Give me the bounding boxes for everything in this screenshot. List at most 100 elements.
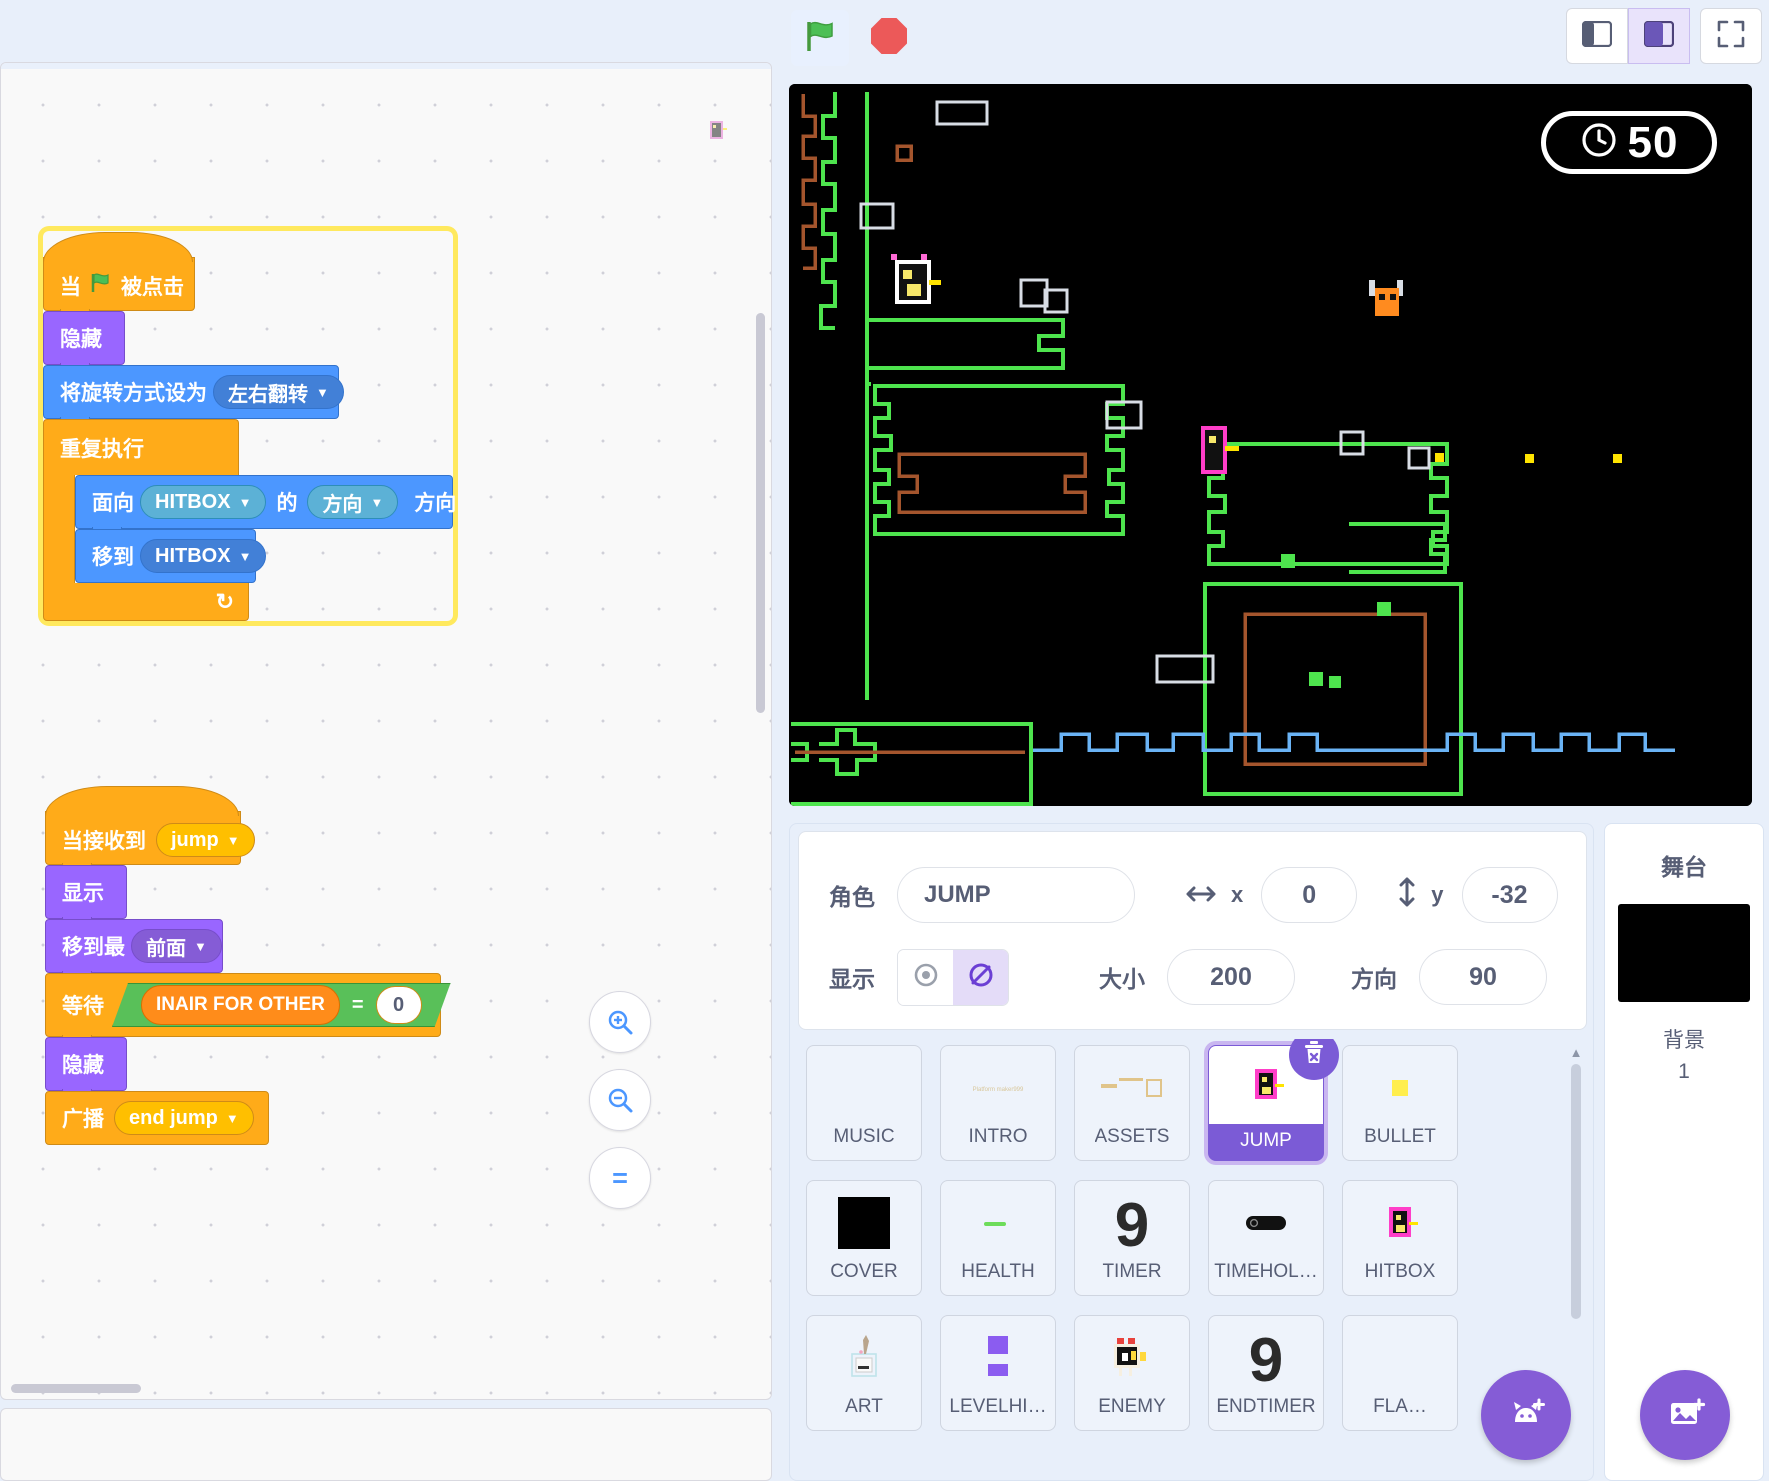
- sprite-item-timehol[interactable]: TIMEHOL…: [1208, 1180, 1324, 1296]
- forever-label: 重复执行: [60, 437, 144, 461]
- equals-operator-block[interactable]: INAIR FOR OTHER = 0: [112, 983, 451, 1027]
- block-hide-2[interactable]: 隐藏: [45, 1037, 127, 1098]
- stop-button[interactable]: [860, 10, 918, 66]
- block-broadcast[interactable]: 广播 end jump ▼: [45, 1091, 269, 1145]
- y-position-input[interactable]: -32: [1461, 867, 1558, 923]
- sprite-item-jump[interactable]: JUMP: [1208, 1039, 1339, 1161]
- sprite-info-row-name: 角色 JUMP x 0 y -32: [799, 862, 1586, 928]
- forever-body: 面向 HITBOX ▼ 的 方向 ▼ 方向 移到 HITBOX ▼: [43, 475, 456, 583]
- zoom-reset-label[interactable]: =: [589, 1147, 651, 1209]
- visibility-toggle-group: [897, 948, 1009, 1006]
- sprite-item-assets[interactable]: ASSETS: [1074, 1045, 1190, 1161]
- sprite-item-enemy[interactable]: ENEMY: [1074, 1315, 1190, 1431]
- sprite-name-input[interactable]: JUMP: [897, 867, 1135, 923]
- broadcast-message-dropdown[interactable]: end jump ▼: [114, 1101, 254, 1135]
- sprite-list-scrollbar[interactable]: ▲: [1569, 1045, 1583, 1345]
- x-label: x: [1231, 882, 1244, 907]
- timer-badge: 50: [1541, 111, 1717, 174]
- show-label: 显示: [829, 966, 875, 992]
- block-point-in-direction[interactable]: 面向 HITBOX ▼ 的 方向 ▼ 方向: [75, 475, 456, 536]
- fullscreen-icon: [1716, 19, 1746, 54]
- stage-layout-buttons: [1566, 8, 1762, 64]
- sprite-item-health[interactable]: HEALTH: [940, 1180, 1056, 1296]
- sprite-thumbnail: [1343, 1187, 1457, 1259]
- sprite-item-fla[interactable]: FLA…: [1342, 1315, 1458, 1431]
- sprite-thumbnail: [807, 1052, 921, 1124]
- block-wait-until[interactable]: 等待 INAIR FOR OTHER = 0: [45, 973, 441, 1044]
- sprite-item-endtimer[interactable]: 9 ENDTIMER: [1208, 1315, 1324, 1431]
- go-to-layer-label: 移到最: [62, 936, 125, 959]
- block-go-to-layer[interactable]: 移到最 前面 ▼: [45, 919, 223, 980]
- add-backdrop-button[interactable]: [1640, 1370, 1730, 1460]
- size-value: 200: [1210, 962, 1252, 991]
- sprite-item-bullet[interactable]: BULLET: [1342, 1045, 1458, 1161]
- stage-thumbnail[interactable]: [1618, 904, 1750, 1002]
- zoom-in-icon[interactable]: [589, 991, 651, 1053]
- direction-input[interactable]: 90: [1419, 949, 1547, 1005]
- sprite-item-timer[interactable]: 9 TIMER: [1074, 1180, 1190, 1296]
- block-when-i-receive[interactable]: 当接收到 jump ▼: [45, 786, 255, 872]
- scroll-thumb[interactable]: [1571, 1064, 1581, 1319]
- show-sprite-button[interactable]: [898, 949, 953, 1005]
- sprite-item-art[interactable]: ART: [806, 1315, 922, 1431]
- sprite-name: HEALTH: [961, 1261, 1035, 1282]
- add-sprite-button[interactable]: [1481, 1370, 1571, 1460]
- chevron-down-icon: ▼: [238, 494, 252, 510]
- size-label: 大小: [1099, 966, 1145, 992]
- zoom-out-button[interactable]: [589, 1069, 651, 1131]
- direction-label: 方向: [1351, 966, 1397, 992]
- layer-dropdown[interactable]: 前面 ▼: [131, 929, 222, 963]
- point-towards-label: 面向: [92, 492, 134, 515]
- sprite-name: BULLET: [1364, 1126, 1436, 1147]
- workspace-vertical-scrollbar[interactable]: [756, 313, 765, 713]
- sprite-item-cover[interactable]: COVER: [806, 1180, 922, 1296]
- stage-canvas[interactable]: 50: [789, 84, 1752, 806]
- stage-selector-pane[interactable]: 舞台 背景 1: [1604, 823, 1764, 1481]
- block-hide[interactable]: 隐藏: [43, 311, 125, 372]
- sprite-item-music[interactable]: MUSIC: [806, 1045, 922, 1161]
- script-when-i-receive-jump[interactable]: 当接收到 jump ▼ 显示 移到最 前面 ▼ 等待 INAIR FOR OTH…: [45, 785, 441, 1145]
- sprite-item-intro[interactable]: Platform maker999 INTRO: [940, 1045, 1056, 1161]
- workspace-horizontal-scrollbar[interactable]: [11, 1384, 141, 1393]
- green-flag-icon: [802, 18, 838, 59]
- sprite-name: TIMEHOL…: [1214, 1261, 1318, 1282]
- zoom-out-icon[interactable]: [589, 1069, 651, 1131]
- receive-message-dropdown[interactable]: jump ▼: [156, 823, 255, 857]
- code-workspace[interactable]: 当 被点击 隐藏 将旋转方式设为 左右翻转 ▼ 重复执行 面向 HITBOX ▼…: [0, 62, 772, 1400]
- hide-sprite-button[interactable]: [953, 949, 1008, 1005]
- sprite-thumbnail: [807, 1322, 921, 1394]
- rotation-style-dropdown[interactable]: 左右翻转 ▼: [213, 375, 344, 409]
- size-input[interactable]: 200: [1167, 949, 1295, 1005]
- block-go-to[interactable]: 移到 HITBOX ▼: [75, 529, 267, 583]
- script-when-flag-clicked[interactable]: 当 被点击 隐藏 将旋转方式设为 左右翻转 ▼ 重复执行 面向 HITBOX ▼…: [43, 231, 456, 621]
- equals-right-input[interactable]: 0: [376, 986, 422, 1024]
- sprite-list[interactable]: MUSIC Platform maker999 INTRO ASSETS JUMP BUL…: [798, 1039, 1587, 1479]
- point-property-dropdown[interactable]: 方向 ▼: [307, 485, 399, 519]
- small-stage-layout-button[interactable]: [1566, 8, 1628, 64]
- sprite-item-levelhi[interactable]: LEVELHI…: [940, 1315, 1056, 1431]
- zoom-reset-button[interactable]: =: [589, 1147, 651, 1209]
- eye-visible-icon: [913, 962, 939, 993]
- large-stage-layout-button[interactable]: [1628, 8, 1690, 64]
- x-position-input[interactable]: 0: [1261, 867, 1358, 923]
- block-show[interactable]: 显示: [45, 865, 127, 926]
- block-when-flag-clicked[interactable]: 当 被点击: [43, 232, 195, 318]
- when-receive-label: 当接收到: [62, 830, 146, 853]
- y-label: y: [1431, 882, 1444, 907]
- green-flag-button[interactable]: [791, 10, 849, 66]
- sprite-name: COVER: [830, 1261, 898, 1282]
- sprite-item-hitbox[interactable]: HITBOX: [1342, 1180, 1458, 1296]
- green-flag-icon: [89, 271, 113, 301]
- block-forever[interactable]: 重复执行 面向 HITBOX ▼ 的 方向 ▼ 方向 移到 HITBOX ▼ ↻: [43, 419, 456, 621]
- fullscreen-button[interactable]: [1700, 8, 1762, 64]
- forever-header[interactable]: 重复执行: [43, 419, 239, 475]
- zoom-in-button[interactable]: [589, 991, 651, 1053]
- sprite-name: ENDTIMER: [1216, 1396, 1316, 1417]
- point-target-dropdown[interactable]: HITBOX ▼: [140, 485, 267, 519]
- chevron-down-icon: ▼: [370, 494, 384, 510]
- goto-target-dropdown[interactable]: HITBOX ▼: [140, 539, 267, 573]
- block-set-rotation-style[interactable]: 将旋转方式设为 左右翻转 ▼: [43, 365, 344, 426]
- sprite-name: TIMER: [1102, 1261, 1162, 1282]
- variable-inair-for-other[interactable]: INAIR FOR OTHER: [141, 985, 340, 1025]
- scratch-editor: 当 被点击 隐藏 将旋转方式设为 左右翻转 ▼ 重复执行 面向 HITBOX ▼…: [0, 0, 1769, 1481]
